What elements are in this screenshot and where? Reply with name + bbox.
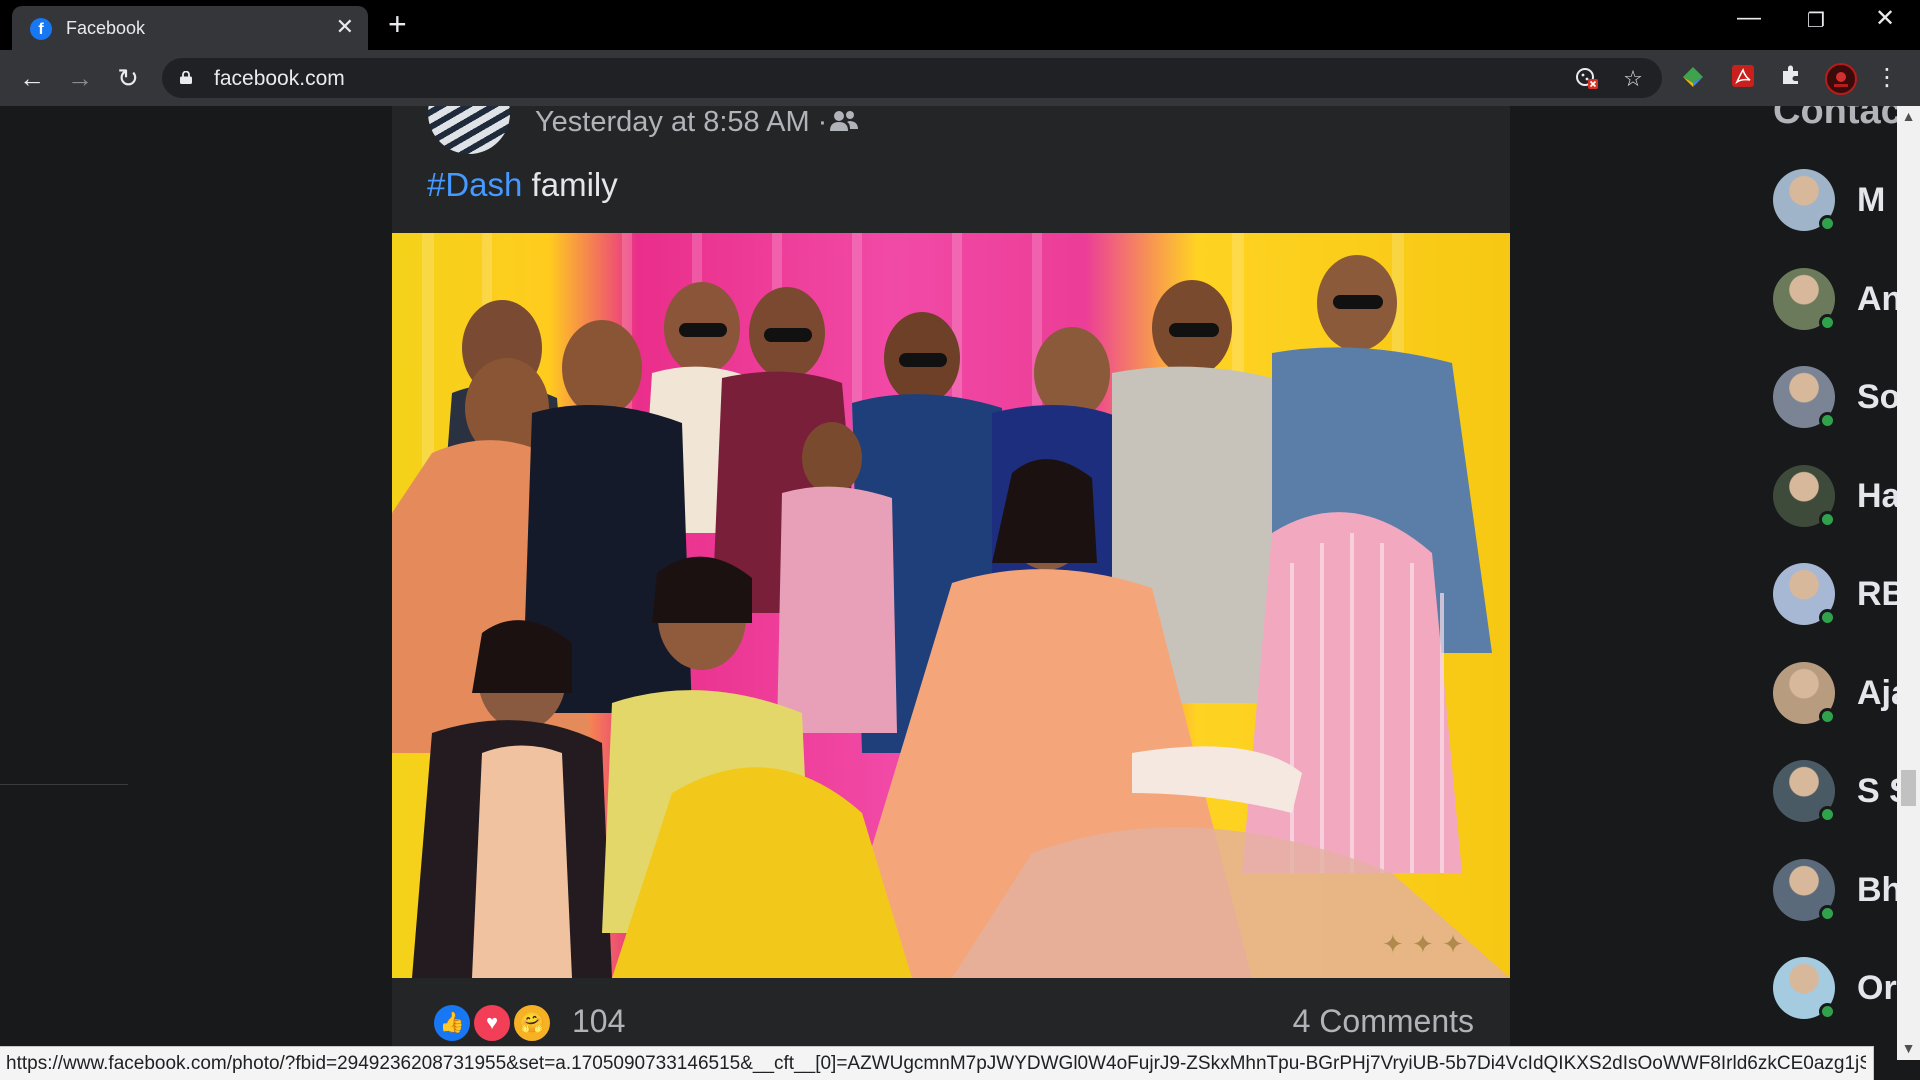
bookmark-star-icon[interactable]: ☆ xyxy=(1620,66,1646,92)
online-status-icon xyxy=(1819,412,1836,429)
tab-close-icon[interactable]: ✕ xyxy=(336,16,354,38)
reaction-count[interactable]: 104 xyxy=(572,1003,625,1040)
post-timestamp[interactable]: Yesterday at 8:58 AM · xyxy=(535,106,827,139)
contact-name: M xyxy=(1857,181,1886,219)
contact-item[interactable]: S S xyxy=(1773,760,1912,824)
contact-item[interactable]: Ha xyxy=(1773,464,1900,529)
left-sidebar-divider xyxy=(0,784,128,785)
browser-toolbar: ← → ↻ facebook.com ☆ ⋮ xyxy=(0,50,1920,106)
back-button[interactable]: ← xyxy=(15,62,49,96)
hover-link-url: https://www.facebook.com/photo/?fbid=294… xyxy=(6,1053,1866,1074)
scroll-thumb[interactable] xyxy=(1901,770,1916,806)
url-text[interactable]: facebook.com xyxy=(214,67,345,91)
lock-icon[interactable] xyxy=(180,71,192,84)
care-reaction-icon: 🤗 xyxy=(512,1003,552,1043)
post-caption: #Dash family xyxy=(427,166,618,204)
link-status-bar: https://www.facebook.com/photo/?fbid=294… xyxy=(0,1046,1874,1080)
reload-button[interactable]: ↻ xyxy=(111,62,145,96)
hashtag-link[interactable]: #Dash xyxy=(427,166,522,203)
photographer-watermark: ✦ ✦ ✦ xyxy=(1382,930,1464,960)
puzzle-icon[interactable] xyxy=(1776,63,1806,93)
online-status-icon xyxy=(1819,313,1836,331)
tab-strip: f Facebook ✕ + — ❐ ✕ xyxy=(0,0,1920,50)
facebook-favicon-icon: f xyxy=(30,18,52,40)
maximize-button[interactable]: ❐ xyxy=(1801,8,1831,33)
scroll-down-arrow-icon[interactable]: ▼ xyxy=(1897,1040,1920,1056)
feed-post: Yesterday at 8:58 AM · #Dash family ✦ ✦ … xyxy=(392,106,1510,1060)
online-status-icon xyxy=(1819,510,1836,528)
cookie-blocked-icon[interactable] xyxy=(1574,66,1600,92)
browser-menu-icon[interactable]: ⋮ xyxy=(1872,63,1902,93)
contact-item[interactable]: Bh xyxy=(1773,858,1902,923)
contact-item[interactable]: An xyxy=(1773,267,1902,332)
like-reaction-icon: 👍 xyxy=(432,1003,472,1043)
contact-item[interactable]: Or xyxy=(1773,957,1897,1021)
online-status-icon xyxy=(1819,806,1836,823)
post-photo[interactable]: ✦ ✦ ✦ xyxy=(392,233,1510,978)
address-bar[interactable]: facebook.com ☆ xyxy=(162,58,1662,98)
caption-text: family xyxy=(522,166,618,203)
group-photo-illustration: ✦ ✦ ✦ xyxy=(392,233,1510,978)
comments-count-link[interactable]: 4 Comments xyxy=(1293,1003,1474,1040)
love-reaction-icon: ♥ xyxy=(472,1003,512,1043)
contact-name: So xyxy=(1857,378,1901,416)
facebook-page: Yesterday at 8:58 AM · #Dash family ✦ ✦ … xyxy=(0,106,1920,1060)
minimize-button[interactable]: — xyxy=(1734,4,1764,32)
window-close-button[interactable]: ✕ xyxy=(1870,4,1900,33)
new-tab-button[interactable]: + xyxy=(388,8,407,40)
online-status-icon xyxy=(1819,609,1836,626)
page-scrollbar[interactable]: ▲ ▼ xyxy=(1897,106,1920,1060)
online-status-icon xyxy=(1819,707,1836,725)
author-avatar[interactable] xyxy=(428,106,510,154)
contact-name: Bh xyxy=(1857,870,1903,909)
online-status-icon xyxy=(1819,904,1836,922)
contact-item[interactable]: Aja xyxy=(1773,661,1910,726)
online-status-icon xyxy=(1819,215,1836,232)
pdf-icon[interactable] xyxy=(1728,63,1758,93)
friends-icon[interactable] xyxy=(830,110,858,132)
extension-icon[interactable] xyxy=(1678,63,1708,93)
contact-name: Ha xyxy=(1857,476,1901,515)
contact-item[interactable]: So xyxy=(1773,366,1900,430)
contact-item[interactable]: RB xyxy=(1773,563,1906,627)
browser-tab[interactable]: f Facebook ✕ xyxy=(12,6,368,50)
contact-name: Or xyxy=(1857,969,1897,1007)
profile-icon[interactable] xyxy=(1825,63,1857,95)
forward-button[interactable]: → xyxy=(63,62,97,96)
contact-name: An xyxy=(1857,279,1903,318)
scroll-up-arrow-icon[interactable]: ▲ xyxy=(1897,108,1920,124)
reaction-icons[interactable]: 👍 ♥ 🤗 xyxy=(432,1003,562,1045)
contact-item[interactable]: M xyxy=(1773,169,1893,233)
contacts-heading: Contac xyxy=(1773,106,1902,132)
online-status-icon xyxy=(1819,1003,1836,1020)
tab-title: Facebook xyxy=(66,18,146,38)
